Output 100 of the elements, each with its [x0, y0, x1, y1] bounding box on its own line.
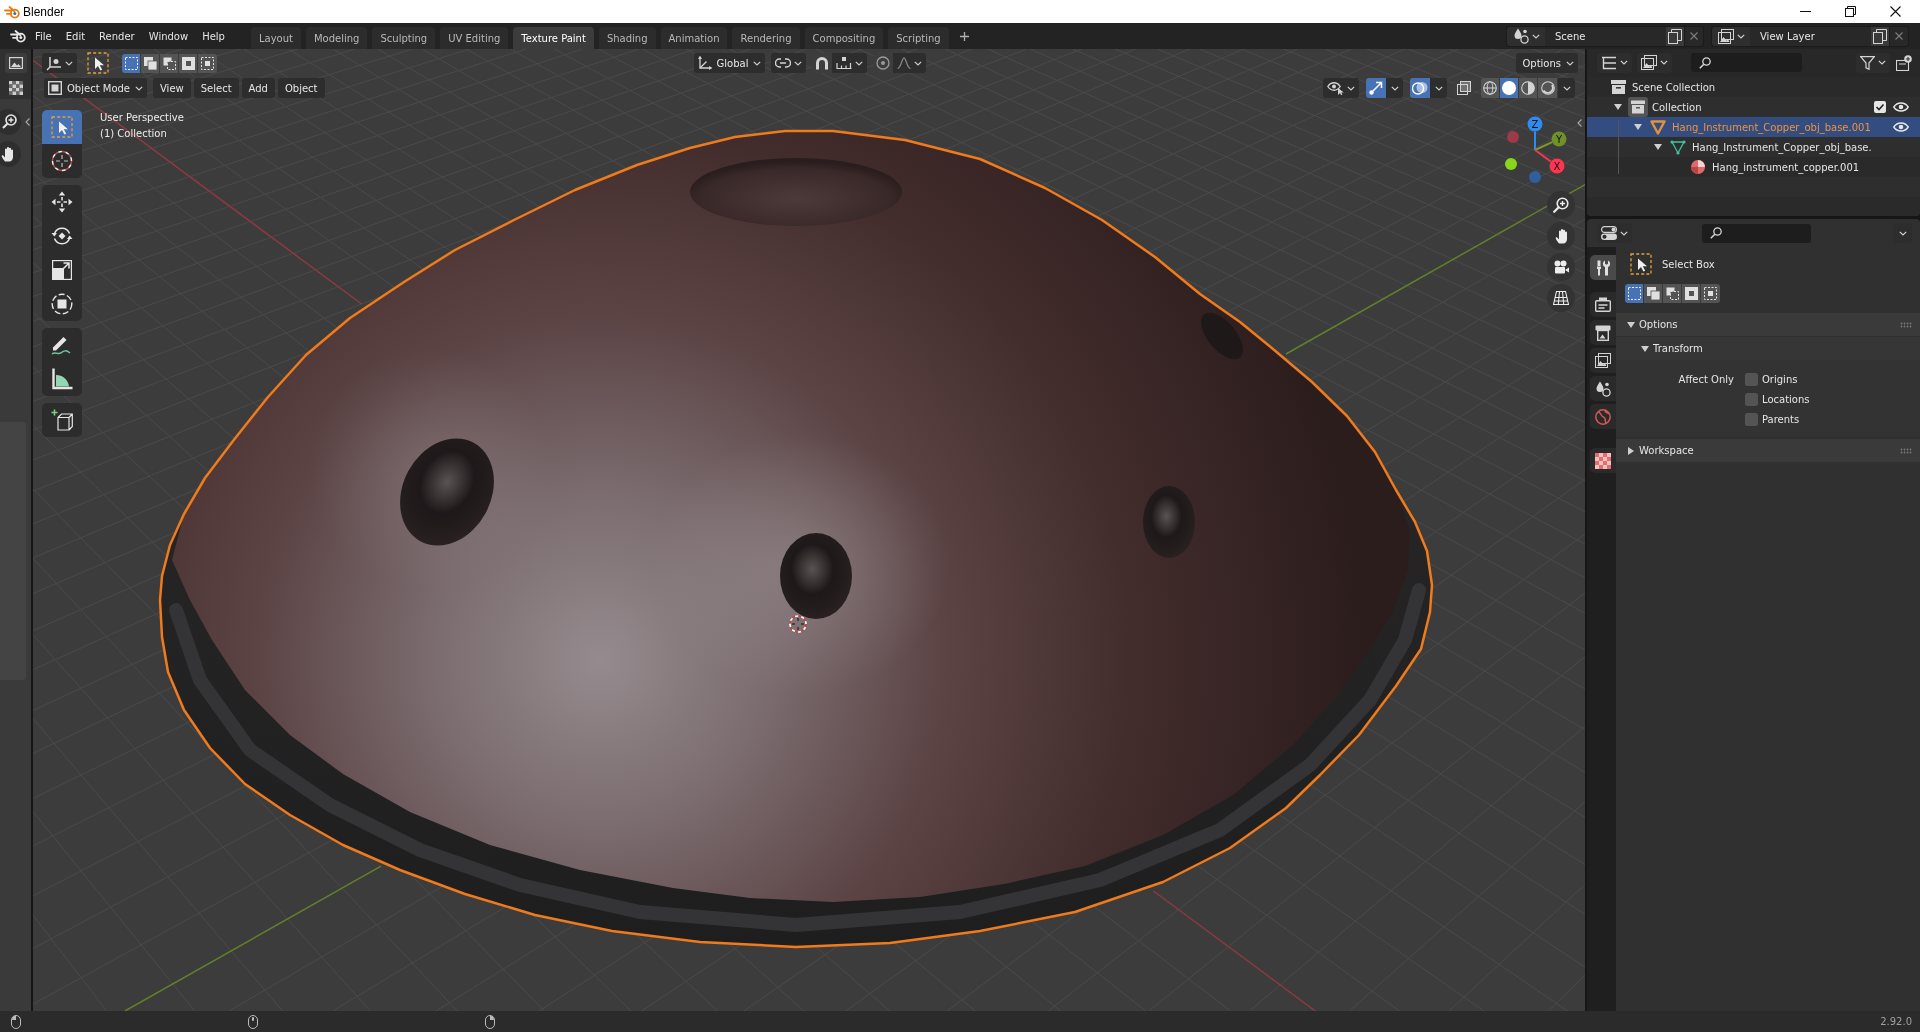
orientation-dropdown[interactable]: Global [693, 53, 766, 73]
workspace-tab[interactable]: Texture Paint [513, 27, 594, 49]
workspace-tab[interactable]: Shading [598, 27, 656, 49]
properties-tab[interactable] [1590, 448, 1616, 473]
select-mode-button[interactable] [1644, 284, 1663, 303]
drag-handle-icon[interactable] [1900, 447, 1912, 454]
checkerboard-icon[interactable] [8, 81, 23, 95]
properties-tab[interactable] [1590, 348, 1616, 373]
checkbox[interactable] [1745, 372, 1758, 386]
scene-field[interactable]: Scene [1545, 25, 1666, 47]
copy-button[interactable] [1666, 25, 1685, 47]
editor-type-button[interactable] [4, 53, 27, 73]
remove-button[interactable] [1890, 25, 1909, 47]
mode-dropdown[interactable]: Object Mode [44, 78, 147, 98]
pivot-dropdown[interactable] [771, 53, 807, 73]
select-mode-button[interactable] [160, 53, 179, 73]
tool-button[interactable] [42, 403, 82, 437]
chevron-left-icon[interactable] [1577, 119, 1582, 127]
shading-mode-button[interactable] [1481, 78, 1500, 98]
search-field[interactable] [1691, 53, 1802, 72]
copy-button[interactable] [1871, 25, 1890, 47]
blender-logo-icon[interactable] [10, 29, 26, 43]
pan-button[interactable] [1547, 222, 1575, 250]
menu-item[interactable]: Help [195, 26, 232, 46]
select-mode-button[interactable] [1663, 284, 1682, 303]
menu-item[interactable]: Window [141, 26, 196, 46]
overlay-toggle[interactable] [1410, 78, 1430, 98]
view-layer-field[interactable]: View Layer [1750, 25, 1871, 47]
properties-tab[interactable] [1590, 255, 1616, 280]
tool-button[interactable] [42, 185, 82, 219]
shading-mode-button[interactable] [1519, 78, 1538, 98]
select-mode-button[interactable] [1701, 284, 1720, 303]
view-layer-filter-dropdown[interactable] [1637, 52, 1672, 73]
select-mode-button[interactable] [1682, 284, 1701, 303]
axis-handle[interactable] [1507, 131, 1519, 143]
axis-handle[interactable] [1529, 171, 1541, 183]
remove-button[interactable] [1685, 25, 1704, 47]
checkbox-label[interactable]: Parents [1762, 413, 1800, 425]
view-layer-dropdown[interactable] [1711, 25, 1750, 47]
menu-item[interactable]: Add [241, 78, 275, 98]
panel-header[interactable]: Options [1616, 313, 1920, 336]
menu-item[interactable]: Render [92, 26, 142, 46]
properties-tab[interactable] [1590, 292, 1616, 317]
checkbox[interactable] [1745, 412, 1758, 426]
axis-handle[interactable]: Y [1551, 131, 1567, 147]
select-mode-button[interactable] [122, 53, 141, 73]
panel-header[interactable]: Workspace [1616, 439, 1920, 462]
subpanel-header[interactable]: Transform [1616, 337, 1920, 360]
restore-icon[interactable] [1845, 6, 1856, 17]
hand-icon[interactable] [0, 140, 21, 168]
filter-dropdown[interactable] [1856, 52, 1890, 73]
select-mode-button[interactable] [1625, 284, 1644, 303]
projection-button[interactable] [1547, 284, 1575, 312]
eye-icon[interactable] [1893, 102, 1909, 112]
select-mode-button[interactable] [179, 53, 198, 73]
outliner-row[interactable]: Hang_Instrument_Copper_obj_base.001 [1587, 117, 1920, 137]
menu-item[interactable]: File [28, 26, 59, 46]
triangle-down-icon[interactable] [1654, 144, 1662, 150]
axis-handle[interactable] [1505, 158, 1517, 170]
workspace-tab[interactable]: Scripting [888, 27, 949, 49]
options-dropdown[interactable]: Options [1516, 53, 1578, 73]
editor-type-button[interactable] [42, 53, 77, 73]
select-box-icon[interactable] [87, 52, 109, 74]
workspace-tab[interactable]: Modeling [305, 27, 368, 49]
select-mode-button[interactable] [198, 53, 217, 73]
search-field[interactable] [1702, 223, 1811, 243]
checkbox[interactable] [1745, 392, 1758, 406]
magnifier-plus-icon[interactable] [0, 108, 21, 136]
camera-view-button[interactable] [1547, 253, 1575, 281]
triangle-down-icon[interactable] [1614, 104, 1622, 110]
workspace-tab[interactable]: Sculpting [372, 27, 436, 49]
shading-mode-button[interactable] [1500, 78, 1519, 98]
chevron-left-icon[interactable] [25, 118, 30, 126]
axis-handle[interactable]: X [1549, 158, 1565, 174]
menu-item[interactable]: View [153, 78, 191, 98]
checkbox-label[interactable]: Origins [1762, 373, 1798, 385]
properties-tab[interactable] [1590, 376, 1616, 401]
menu-item[interactable]: Edit [58, 26, 93, 46]
workspace-tab[interactable]: Rendering [732, 27, 800, 49]
snap-dropdown[interactable] [832, 53, 868, 73]
menu-item[interactable]: Object [277, 78, 325, 98]
falloff-dropdown[interactable] [893, 53, 927, 73]
workspace-tab[interactable]: Layout [250, 27, 301, 49]
axis-handle[interactable]: Z [1527, 116, 1543, 132]
shading-mode-button[interactable] [1538, 78, 1557, 98]
xray-toggle[interactable] [1454, 78, 1474, 98]
workspace-tab[interactable]: Animation [660, 27, 728, 49]
gizmo-toggle[interactable] [1366, 78, 1386, 98]
checkbox[interactable] [1874, 101, 1886, 113]
zoom-button[interactable] [1547, 191, 1575, 219]
tool-button[interactable] [42, 287, 82, 321]
workspace-tab[interactable]: Compositing [804, 27, 884, 49]
eye-icon[interactable] [1893, 122, 1909, 132]
display-mode-dropdown[interactable] [1597, 52, 1632, 73]
new-collection-icon[interactable] [1896, 54, 1912, 71]
checkbox-label[interactable]: Locations [1762, 393, 1810, 405]
properties-tab[interactable] [1590, 320, 1616, 345]
tool-button[interactable] [42, 328, 82, 362]
scene-dropdown[interactable] [1506, 25, 1545, 47]
drag-handle-icon[interactable] [1900, 321, 1912, 328]
